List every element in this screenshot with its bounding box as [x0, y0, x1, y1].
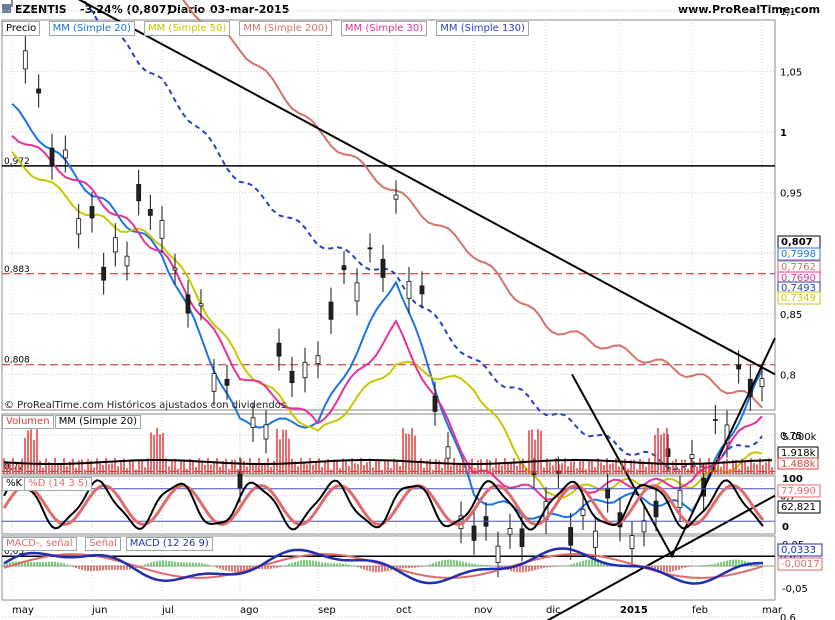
- candle-body: [507, 528, 513, 535]
- price-axis-tick: 0,6: [780, 613, 796, 620]
- candle-body: [289, 370, 295, 384]
- candle-body: [211, 373, 217, 392]
- watermark: © ProRealTime.com Históricos ajustados c…: [4, 399, 286, 411]
- price-legend-item-3[interactable]: MM (Simple 200): [239, 21, 333, 36]
- x-tick-label-may: may: [12, 605, 34, 616]
- candle-body: [89, 206, 95, 219]
- candle-body: [185, 294, 191, 314]
- price-axis-tick: 0,85: [780, 310, 802, 321]
- candle-body: [519, 528, 525, 547]
- candle-body: [276, 342, 282, 357]
- candle-body: [112, 237, 118, 253]
- price-value-tag-text: 0,7349: [781, 293, 816, 304]
- candle-body: [677, 489, 683, 508]
- price-legend-item-0[interactable]: Precio: [2, 21, 41, 36]
- candle-body: [712, 419, 718, 421]
- price-legend-item-2[interactable]: MM (Simple 50): [144, 21, 231, 36]
- x-tick-label-2015: 2015: [620, 605, 648, 616]
- candle-body: [49, 147, 55, 166]
- candle-body: [250, 417, 256, 428]
- candle-body: [641, 520, 647, 533]
- candle-body: [367, 247, 373, 250]
- level-label: 0,808: [4, 356, 30, 366]
- price-legend-item-1[interactable]: MM (Simple 20): [48, 21, 135, 36]
- candle-body: [689, 454, 695, 459]
- price-axis-tick: 1: [780, 128, 787, 139]
- price-axis-tick: 1,05: [780, 67, 802, 78]
- stoch-legend-item-1[interactable]: %D (14 3 5): [24, 477, 93, 491]
- candle-body: [380, 258, 386, 278]
- candle-body: [406, 280, 412, 299]
- macd-legend-item-1[interactable]: Señal: [85, 537, 121, 551]
- price-value-tag-text: 0,7762: [781, 262, 816, 273]
- candle-body: [315, 355, 321, 364]
- stoch-value-tag-text: 62,821: [781, 502, 816, 513]
- x-tick-label-jun: jun: [91, 605, 107, 616]
- candle-body: [76, 218, 82, 235]
- candle-body: [495, 545, 501, 564]
- candle-body: [653, 500, 659, 518]
- macd-axis-tick: -0,05: [782, 584, 808, 595]
- candle-body: [62, 149, 68, 159]
- candle-body: [101, 266, 107, 281]
- macd-legend-item-0[interactable]: MACD-, señal: [2, 537, 77, 551]
- candle-body: [568, 527, 574, 546]
- candle-body: [393, 194, 399, 200]
- stoch-axis-tick: 0: [782, 522, 789, 533]
- volume-legend-item-1[interactable]: MM (Simple 20): [54, 415, 141, 429]
- price-legend-item-4[interactable]: MM (Simple 30): [340, 21, 428, 36]
- candle-body: [224, 378, 230, 386]
- candle-body: [736, 364, 742, 370]
- candle-body: [124, 255, 130, 267]
- x-tick-label-nov: nov: [474, 605, 492, 616]
- candle-body: [432, 395, 438, 412]
- price-axis-tick: 0,8: [780, 370, 796, 381]
- candle-body: [629, 535, 635, 549]
- candle-body: [302, 361, 308, 379]
- candle-body: [354, 282, 360, 302]
- candle-body: [136, 183, 142, 202]
- candle-body: [605, 487, 611, 499]
- volume-axis-tick: 5.000k: [782, 432, 817, 443]
- candle-body: [759, 378, 765, 388]
- price-value-tag-text: 0,7998: [781, 249, 816, 260]
- candle-body: [445, 446, 451, 459]
- candle-body: [419, 285, 425, 295]
- chart-canvas[interactable]: mayjunjulagosepoctnovdic2015febmar1,151,…: [0, 0, 835, 620]
- stoch-axis-tick: 100: [782, 474, 803, 485]
- candle-body: [22, 50, 28, 70]
- x-tick-label-jul: jul: [161, 605, 174, 616]
- candle-body: [592, 530, 598, 548]
- candle-body: [237, 471, 243, 489]
- x-tick-label-sep: sep: [318, 605, 336, 616]
- candle-body: [159, 220, 165, 239]
- price-axis-tick: 1,1: [780, 7, 796, 18]
- candle-body: [198, 303, 204, 307]
- candle-body: [580, 508, 586, 516]
- volume-value-tag-text: 1.488k: [781, 459, 816, 470]
- macd-value-tag-text: 0,0333: [781, 545, 816, 556]
- candle-body: [172, 267, 178, 271]
- price-axis-tick: 0,95: [780, 189, 802, 200]
- stoch-legend-item-0[interactable]: %K: [2, 477, 27, 491]
- price-value-tag-text: 0,807: [781, 237, 813, 248]
- candle-body: [36, 88, 42, 94]
- price-legend-item-5[interactable]: MM (Simple 130): [436, 21, 529, 36]
- candle-body: [147, 209, 153, 216]
- x-tick-label-feb: feb: [692, 605, 708, 616]
- level-label: 0,883: [4, 265, 30, 275]
- candle-body: [471, 525, 477, 541]
- volume-legend-item-0[interactable]: Volumen: [2, 415, 54, 429]
- candle-body: [341, 265, 347, 271]
- macd-legend-item-2[interactable]: MACD (12 26 9): [125, 537, 213, 551]
- macd-value-tag-text: -0,0017: [781, 559, 820, 570]
- candle-body: [328, 301, 334, 320]
- candle-body: [263, 424, 269, 440]
- volume-value-tag-text: 1.918k: [781, 448, 816, 459]
- stoch-value-tag-text: 77,990: [781, 486, 816, 497]
- x-tick-label-oct: oct: [396, 605, 412, 616]
- x-tick-label-ago: ago: [240, 605, 259, 616]
